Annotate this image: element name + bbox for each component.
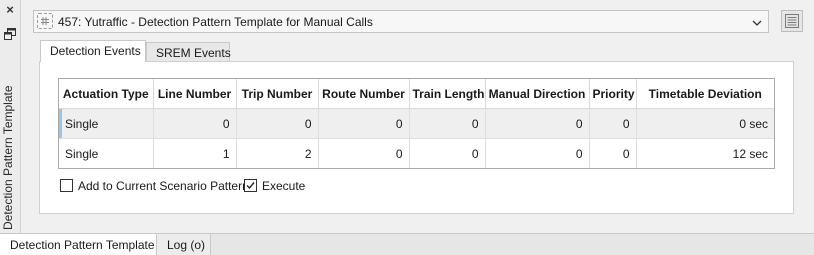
checkbox-box[interactable] xyxy=(60,179,73,192)
side-panel-title[interactable]: Detection Pattern Template xyxy=(1,85,15,230)
table-row[interactable]: Single 1 2 0 0 0 0 12 sec xyxy=(59,138,774,168)
table-cell[interactable]: 0 xyxy=(589,108,637,139)
column-header[interactable]: Manual Direction xyxy=(485,79,590,109)
execute-label: Execute xyxy=(262,179,306,193)
table-cell[interactable]: 0 xyxy=(318,108,410,139)
table-cell[interactable]: 2 xyxy=(236,138,319,168)
column-header[interactable]: Train Length xyxy=(409,79,486,109)
bottom-tab-detection-pattern-template[interactable]: Detection Pattern Template xyxy=(0,234,157,255)
table-cell[interactable]: 0 xyxy=(236,108,319,139)
column-header[interactable]: Timetable Deviation xyxy=(636,79,774,109)
template-icon xyxy=(37,13,53,29)
table-row[interactable]: Single 0 0 0 0 0 0 0 sec xyxy=(59,108,774,139)
detection-events-grid: Actuation Type Line Number Trip Number R… xyxy=(58,78,775,169)
template-select[interactable]: 457: Yutraffic - Detection Pattern Templ… xyxy=(33,10,769,33)
table-cell[interactable]: 0 xyxy=(485,138,590,168)
bottom-tab-bar: Detection Pattern Template Log (o) xyxy=(0,233,814,255)
chevron-down-icon[interactable] xyxy=(752,17,762,27)
table-header-row: Actuation Type Line Number Trip Number R… xyxy=(59,79,774,109)
list-view-icon xyxy=(785,14,799,28)
bottom-tab-log[interactable]: Log (o) xyxy=(157,234,211,255)
tab-detection-events[interactable]: Detection Events xyxy=(40,40,146,62)
close-icon[interactable]: × xyxy=(4,3,16,17)
checkbox-box[interactable] xyxy=(244,179,257,192)
table-cell[interactable]: 0 xyxy=(409,108,486,139)
side-panel-strip: × Detection Pattern Template xyxy=(0,0,21,233)
table-cell[interactable]: 0 xyxy=(589,138,637,168)
table-cell[interactable]: 1 xyxy=(153,138,237,168)
column-header[interactable]: Priority xyxy=(589,79,637,109)
column-header[interactable]: Actuation Type xyxy=(59,79,154,109)
detection-events-panel: Actuation Type Line Number Trip Number R… xyxy=(39,61,794,214)
checkmark-icon xyxy=(246,182,255,190)
main-area: 457: Yutraffic - Detection Pattern Templ… xyxy=(21,0,814,233)
table-cell[interactable]: 0 xyxy=(318,138,410,168)
add-to-scenario-label: Add to Current Scenario Pattern xyxy=(78,179,249,193)
column-header[interactable]: Route Number xyxy=(318,79,410,109)
table-cell[interactable]: 12 sec xyxy=(636,138,774,168)
table-cell[interactable]: Single xyxy=(59,138,154,168)
table-cell[interactable]: 0 sec xyxy=(636,108,774,139)
list-view-button[interactable] xyxy=(781,10,803,32)
template-select-value: 457: Yutraffic - Detection Pattern Templ… xyxy=(58,15,373,29)
float-window-icon[interactable] xyxy=(4,28,16,40)
table-cell[interactable]: 0 xyxy=(153,108,237,139)
column-header[interactable]: Trip Number xyxy=(236,79,319,109)
table-cell[interactable]: Single xyxy=(59,108,154,139)
tab-srem-events[interactable]: SREM Events xyxy=(146,42,231,63)
table-cell[interactable]: 0 xyxy=(409,138,486,168)
execute-checkbox[interactable]: Execute xyxy=(244,178,314,194)
table-cell[interactable]: 0 xyxy=(485,108,590,139)
column-header[interactable]: Line Number xyxy=(153,79,237,109)
add-to-scenario-checkbox[interactable]: Add to Current Scenario Pattern xyxy=(60,178,249,194)
